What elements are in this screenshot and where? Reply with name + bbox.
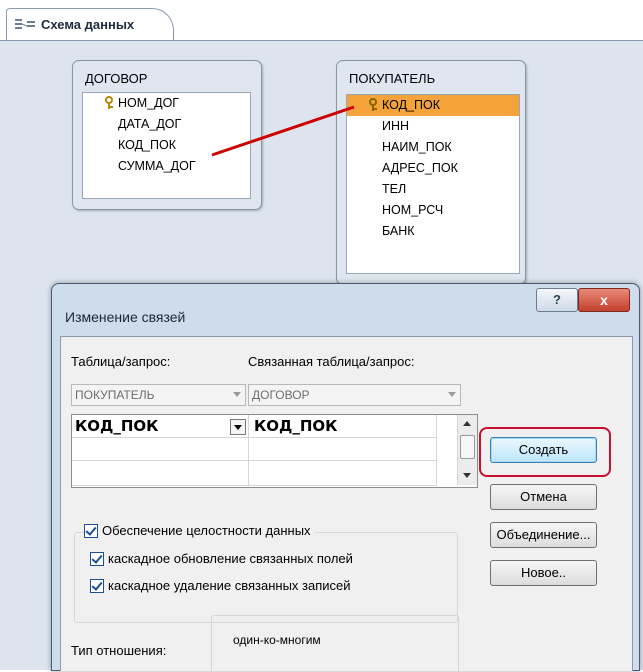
tab-label: Схема данных [41,17,135,32]
scroll-thumb[interactable] [460,435,475,459]
related-table-label: Связанная таблица/запрос: [248,354,415,369]
checkbox-checked[interactable] [84,523,98,538]
field-item[interactable]: ДАТА_ДОГ [83,114,250,135]
checkbox-label: Обеспечение целостности данных [102,523,311,538]
help-button[interactable]: ? [536,288,578,312]
field-name: ДАТА_ДОГ [118,117,182,131]
grid-cell[interactable]: КОД_ПОК [72,415,249,438]
edit-relationships-dialog: Изменение связей ? x Таблица/запрос: Свя… [51,283,640,672]
grid-cell-text: КОД_ПОК [254,417,338,435]
field-name: КОД_ПОК [118,138,176,152]
table-combo-value: ПОКУПАТЕЛЬ [75,388,155,402]
chevron-down-icon [448,392,456,397]
close-button[interactable]: x [578,288,630,312]
field-name: НОМ_ДОГ [118,96,180,110]
table-label: Таблица/запрос: [71,354,171,369]
field-item[interactable]: БАНК [347,221,519,242]
grid-cell[interactable] [249,438,437,461]
field-item-selected[interactable]: КОД_ПОК [347,95,519,116]
field-item[interactable]: АДРЕС_ПОК [347,158,519,179]
related-table-combo[interactable]: ДОГОВОР [248,384,461,406]
field-item[interactable]: СУММА_ДОГ [83,156,250,177]
field-dropdown-button[interactable] [230,419,246,435]
cancel-button[interactable]: Отмена [490,484,597,510]
checkbox-label: каскадное удаление связанных записей [108,578,351,593]
referential-integrity-checkbox[interactable]: Обеспечение целостности данных [84,523,315,541]
field-item[interactable]: КОД_ПОК [83,135,250,156]
field-name: КОД_ПОК [382,98,440,112]
checkbox-checked[interactable] [90,551,104,566]
primary-key-icon [105,96,113,109]
create-new-button[interactable]: Новое.. [490,560,597,586]
grid-cell-text: КОД_ПОК [75,417,159,435]
scroll-up-icon[interactable] [463,421,471,426]
table-title: ПОКУПАТЕЛЬ [349,71,436,86]
field-name: СУММА_ДОГ [118,159,196,173]
field-item[interactable]: НАИМ_ПОК [347,137,519,158]
field-name: БАНК [382,224,415,238]
grid-cell[interactable] [249,461,437,486]
related-combo-value: ДОГОВОР [252,388,310,402]
field-list: НОМ_ДОГ ДАТА_ДОГ КОД_ПОК СУММА_ДОГ [82,92,251,199]
field-item[interactable]: ИНН [347,116,519,137]
table-window-dogovor[interactable]: ДОГОВОР НОМ_ДОГ ДАТА_ДОГ КОД_ПОК СУММА_Д… [72,60,262,210]
field-item[interactable]: НОМ_ДОГ [83,93,250,114]
create-button[interactable]: Создать [490,437,597,463]
field-mapping-grid[interactable]: КОД_ПОК КОД_ПОК [71,414,478,488]
scroll-down-icon[interactable] [463,473,471,478]
tab-bar: Схема данных [0,0,643,41]
field-list: КОД_ПОК ИНН НАИМ_ПОК АДРЕС_ПОК ТЕЛ НОМ_Р… [346,94,520,274]
tab-relationships[interactable]: Схема данных [6,8,174,41]
chevron-down-icon [233,392,241,397]
field-name: НАИМ_ПОК [382,140,452,154]
dialog-title: Изменение связей [65,309,186,325]
grid-scrollbar[interactable] [457,415,477,485]
checkbox-checked[interactable] [90,578,104,593]
field-name: НОМ_РСЧ [382,203,444,217]
field-name: ТЕЛ [382,182,407,196]
table-combo[interactable]: ПОКУПАТЕЛЬ [71,384,246,406]
grid-cell[interactable] [72,461,249,486]
relation-type-label: Тип отношения: [71,643,167,658]
table-title: ДОГОВОР [85,71,148,86]
relationships-icon [15,19,35,29]
join-type-button[interactable]: Объединение... [490,522,597,548]
grid-cell[interactable]: КОД_ПОК [249,415,437,438]
field-item[interactable]: НОМ_РСЧ [347,200,519,221]
field-name: ИНН [382,119,410,133]
cascade-update-checkbox[interactable]: каскадное обновление связанных полей [90,551,353,569]
field-item[interactable]: ТЕЛ [347,179,519,200]
grid-cell[interactable] [72,438,249,461]
checkbox-label: каскадное обновление связанных полей [108,551,353,566]
field-name: АДРЕС_ПОК [382,161,458,175]
cascade-delete-checkbox[interactable]: каскадное удаление связанных записей [90,578,351,596]
table-window-pokupatel[interactable]: ПОКУПАТЕЛЬ КОД_ПОК ИНН НАИМ_ПОК АДРЕС_ПО… [336,60,526,285]
primary-key-icon [369,98,377,111]
relation-type-value: один-ко-многим [233,633,321,647]
dialog-body: Таблица/запрос: Связанная таблица/запрос… [60,336,633,672]
